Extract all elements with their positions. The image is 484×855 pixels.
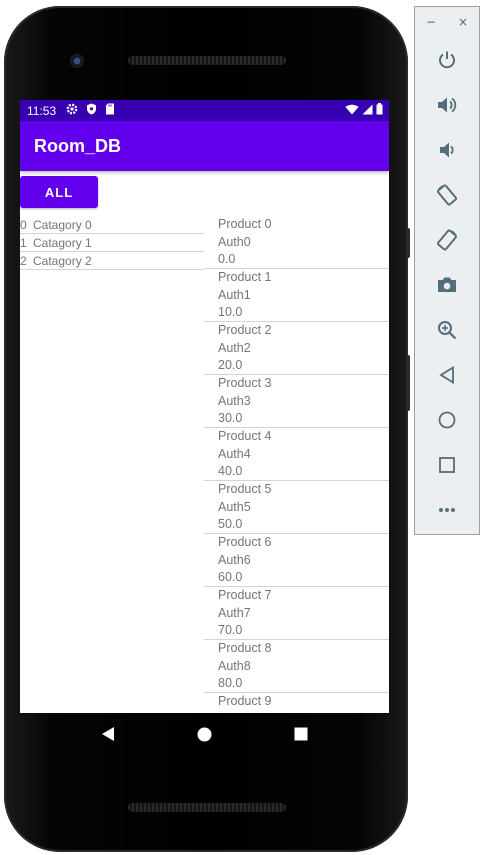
product-name: Product 1 <box>218 270 272 284</box>
product-name: Product 2 <box>218 323 272 337</box>
product-author: Auth4 <box>218 446 251 461</box>
shield-icon <box>86 103 97 118</box>
app-title: Room_DB <box>34 135 122 156</box>
product-name: Product 6 <box>218 535 272 549</box>
category-row[interactable]: 1 Catagory 1 <box>20 234 204 252</box>
product-author: Auth0 <box>218 234 251 249</box>
window-controls: − × <box>415 7 479 37</box>
product-name: Product 0 <box>218 217 272 231</box>
product-author: Auth2 <box>218 340 251 355</box>
overview-button[interactable] <box>415 442 479 487</box>
product-name: Product 4 <box>218 429 272 443</box>
product-price: 0.0 <box>218 252 236 266</box>
product-name: Product 8 <box>218 641 272 655</box>
product-name: Product 5 <box>218 482 272 496</box>
category-id: 2 <box>20 253 27 268</box>
sd-card-icon <box>105 103 115 118</box>
power-button[interactable] <box>415 37 479 82</box>
product-item[interactable]: Product 9 <box>204 693 389 713</box>
product-price: 80.0 <box>218 676 243 690</box>
volume-up-button[interactable] <box>415 82 479 127</box>
product-item[interactable]: Product 6 Auth6 60.0 <box>204 534 389 587</box>
status-bar: 11:53 <box>20 100 389 121</box>
home-icon <box>438 411 456 428</box>
product-item[interactable]: Product 2 Auth2 20.0 <box>204 322 389 375</box>
product-name: Product 9 <box>218 694 272 708</box>
status-time: 11:53 <box>27 103 57 118</box>
product-name: Product 7 <box>218 588 272 602</box>
product-author: Auth5 <box>218 499 251 514</box>
rotate-right-icon <box>436 229 458 250</box>
product-price: 60.0 <box>218 570 243 584</box>
recents-icon[interactable] <box>291 724 311 744</box>
bottom-speaker <box>128 803 286 812</box>
category-name: Catagory 2 <box>33 253 92 268</box>
status-right-icons <box>345 103 383 118</box>
category-row[interactable]: 2 Catagory 2 <box>20 252 204 270</box>
rotate-left-button[interactable] <box>415 172 479 217</box>
product-price: 50.0 <box>218 517 243 531</box>
phone-side-button <box>406 228 410 258</box>
product-price: 10.0 <box>218 305 243 319</box>
product-author: Auth6 <box>218 552 251 567</box>
battery-icon <box>376 103 383 118</box>
product-price: 20.0 <box>218 358 243 372</box>
rotate-right-button[interactable] <box>415 217 479 262</box>
category-row[interactable]: 0 Catagory 0 <box>20 216 204 234</box>
category-name: Catagory 1 <box>33 235 92 250</box>
product-author: Auth7 <box>218 605 251 620</box>
camera-icon <box>438 277 456 292</box>
product-author: Auth3 <box>218 393 251 408</box>
product-price: 30.0 <box>218 411 243 425</box>
gear-icon <box>66 103 78 118</box>
zoom-icon <box>438 320 457 339</box>
wifi-icon <box>345 104 359 118</box>
all-button[interactable]: ALL <box>20 176 98 208</box>
product-name: Product 3 <box>218 376 272 390</box>
app-bar: Room_DB <box>20 121 389 171</box>
screenshot-button[interactable] <box>415 262 479 307</box>
device-screen: 11:53 Room_DB ALL 0 Catagory 0 1 Catagor… <box>20 100 389 713</box>
product-item[interactable]: Product 7 Auth7 70.0 <box>204 587 389 640</box>
top-speaker <box>128 56 286 65</box>
product-item[interactable]: Product 3 Auth3 30.0 <box>204 375 389 428</box>
volume-down-icon <box>440 142 454 157</box>
power-icon <box>439 51 455 68</box>
product-author: Auth8 <box>218 658 251 673</box>
more-button[interactable] <box>415 487 479 532</box>
category-name: Catagory 0 <box>33 217 92 232</box>
product-item[interactable]: Product 1 Auth1 10.0 <box>204 269 389 322</box>
product-list: Product 0 Auth0 0.0 Product 1 Auth1 10.0… <box>204 216 389 713</box>
product-item[interactable]: Product 4 Auth4 40.0 <box>204 428 389 481</box>
zoom-button[interactable] <box>415 307 479 352</box>
product-item[interactable]: Product 8 Auth8 80.0 <box>204 640 389 693</box>
home-icon[interactable] <box>194 724 214 744</box>
product-item[interactable]: Product 0 Auth0 0.0 <box>204 216 389 269</box>
product-author: Auth1 <box>218 287 251 302</box>
back-icon[interactable] <box>98 724 118 744</box>
product-item[interactable]: Product 5 Auth5 50.0 <box>204 481 389 534</box>
rotate-left-icon <box>436 184 458 205</box>
more-icon <box>439 507 455 512</box>
home-button[interactable] <box>415 397 479 442</box>
category-list: 0 Catagory 0 1 Catagory 1 2 Catagory 2 <box>20 216 204 270</box>
volume-down-button[interactable] <box>415 127 479 172</box>
category-id: 0 <box>20 217 27 232</box>
close-icon[interactable]: × <box>458 15 468 29</box>
volume-up-icon <box>438 97 457 112</box>
product-price: 40.0 <box>218 464 243 478</box>
overview-icon <box>439 456 455 473</box>
back-button[interactable] <box>415 352 479 397</box>
front-camera <box>70 54 84 68</box>
signal-icon <box>362 104 373 118</box>
product-price: 70.0 <box>218 623 243 637</box>
back-icon <box>439 365 454 384</box>
emulator-toolbar: − × <box>414 6 480 535</box>
android-nav-bar <box>20 713 389 755</box>
category-id: 1 <box>20 235 27 250</box>
phone-volume-button <box>406 355 410 411</box>
minimize-icon[interactable]: − <box>426 15 436 29</box>
